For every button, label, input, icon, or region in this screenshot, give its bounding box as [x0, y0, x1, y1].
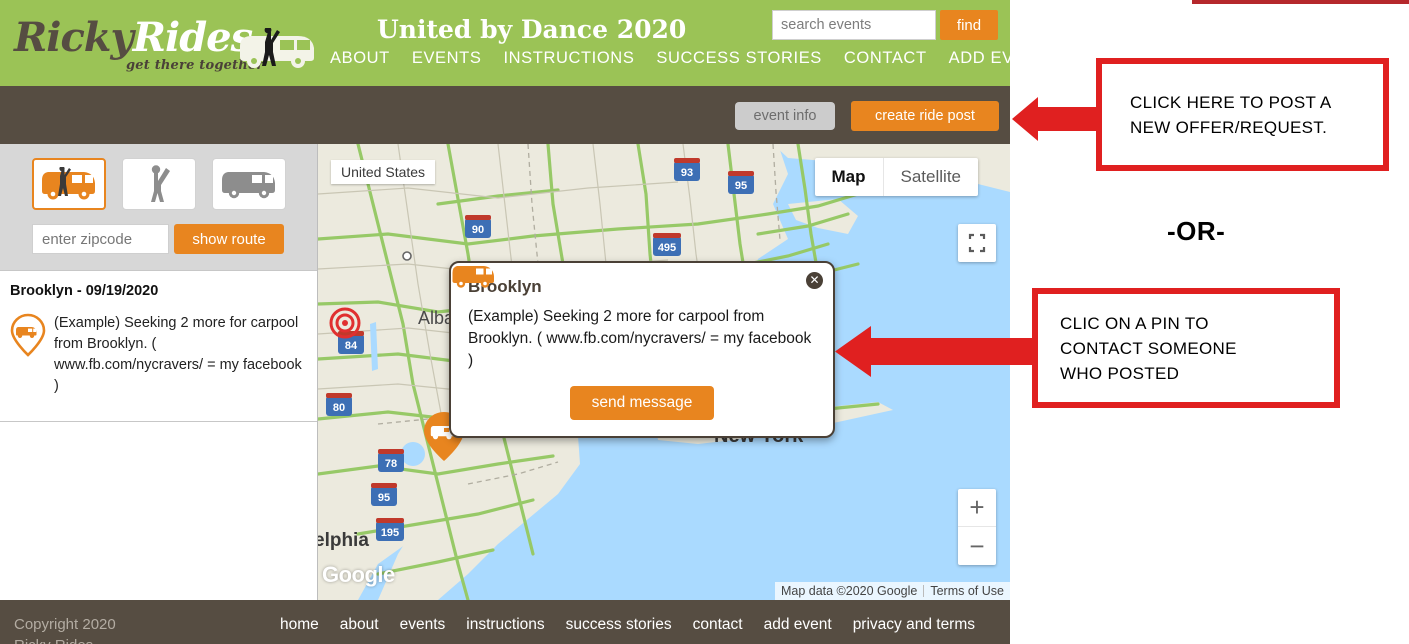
event-info-button[interactable]: event info — [735, 102, 835, 130]
annotation1-line1: CLICK HERE TO POST A — [1130, 92, 1332, 112]
close-icon[interactable]: ✕ — [806, 272, 823, 289]
terms-of-use-link[interactable]: Terms of Use — [924, 584, 1010, 598]
fullscreen-button[interactable] — [958, 224, 996, 262]
annotation-box-click-pin-text: CLIC ON A PIN TO CONTACT SOMEONE WHO POS… — [1060, 311, 1237, 386]
annotation2-line3: WHO POSTED — [1060, 363, 1180, 383]
search-box — [772, 10, 936, 40]
map-info-window: ✕ Brooklyn (Example) Seeking 2 more for … — [449, 261, 835, 438]
search-input[interactable] — [773, 11, 935, 39]
footer-link-about[interactable]: about — [340, 616, 379, 634]
annotation2-line1: CLIC ON A PIN TO — [1060, 313, 1209, 333]
hitchhiker-person-icon — [151, 165, 170, 202]
logo-wordmark: RickyRides — [14, 14, 253, 61]
van-with-person-icon — [240, 28, 314, 68]
zoom-out-button[interactable]: − — [958, 527, 996, 565]
zipcode-row: show route — [32, 224, 284, 254]
footer-link-contact[interactable]: contact — [693, 616, 743, 634]
van-map-pin-icon — [10, 313, 46, 357]
logo-rides-text: Rides — [132, 14, 253, 61]
site-logo[interactable]: RickyRides get there together — [14, 6, 324, 80]
map-label-philadelphia: elphia — [318, 530, 369, 551]
nav-item-add-event[interactable]: ADD EVENT — [949, 49, 1010, 68]
find-button[interactable]: find — [940, 10, 998, 40]
annotation-arrow-to-create-post — [1012, 97, 1102, 141]
mode-tile-van-offer[interactable] — [212, 158, 286, 210]
annotation-cutoff-line — [1192, 0, 1409, 4]
create-ride-post-button[interactable]: create ride post — [851, 101, 999, 131]
map-zoom-controls: + − — [958, 489, 996, 565]
page-root: RickyRides get there together ABOUT EVEN… — [0, 0, 1409, 644]
orange-van-icon — [452, 266, 494, 288]
nav-item-success-stories[interactable]: SUCCESS STORIES — [656, 49, 821, 68]
map-attribution: Map data ©2020 Google Terms of Use — [774, 582, 1010, 600]
footer-link-instructions[interactable]: instructions — [466, 616, 544, 634]
mode-selector — [32, 158, 286, 210]
orange-van-with-person-icon — [42, 167, 95, 200]
annotation1-line2: NEW OFFER/REQUEST. — [1130, 117, 1328, 137]
map-data-text: Map data ©2020 Google — [780, 584, 918, 598]
gray-van-icon — [222, 172, 275, 199]
nav-item-events[interactable]: EVENTS — [412, 49, 482, 68]
send-message-button[interactable]: send message — [569, 386, 715, 420]
annotation-arrow-to-pin — [835, 326, 1035, 377]
annotation2-line2: CONTACT SOMEONE — [1060, 338, 1237, 358]
footer-nav: home about events instructions success s… — [280, 616, 975, 634]
annotation-or-label: -OR- — [1167, 216, 1226, 246]
info-window-text: (Example) Seeking 2 more for carpool fro… — [468, 308, 812, 369]
footer-link-success-stories[interactable]: success stories — [566, 616, 672, 634]
left-sidebar: show route Brooklyn - 09/19/2020 (Exampl… — [0, 144, 318, 600]
nav-item-contact[interactable]: CONTACT — [844, 49, 927, 68]
annotation-box-create-post-text: CLICK HERE TO POST A NEW OFFER/REQUEST. — [1130, 90, 1332, 140]
footer-link-add-event[interactable]: add event — [764, 616, 832, 634]
google-watermark: Google — [322, 562, 395, 587]
map-type-satellite-button[interactable]: Satellite — [884, 158, 978, 196]
info-window-header: Brooklyn — [452, 266, 816, 297]
zoom-in-button[interactable]: + — [958, 489, 996, 527]
nav-item-about[interactable]: ABOUT — [330, 49, 390, 68]
map-type-switcher: Map Satellite — [814, 158, 978, 196]
listing-body: (Example) Seeking 2 more for carpool fro… — [10, 313, 307, 397]
annotation-box-click-pin: CLIC ON A PIN TO CONTACT SOMEONE WHO POS… — [1032, 288, 1340, 408]
footer-link-events[interactable]: events — [400, 616, 446, 634]
listing-empty-area — [0, 422, 317, 600]
map-type-map-button[interactable]: Map — [815, 158, 884, 196]
annotation-box-create-post: CLICK HERE TO POST A NEW OFFER/REQUEST. — [1096, 58, 1389, 171]
event-title: United by Dance 2020 — [377, 15, 687, 44]
logo-ricky-text: Ricky — [14, 14, 134, 61]
country-label: United States — [331, 160, 436, 184]
mode-tile-carpool-van-rider[interactable] — [32, 158, 106, 210]
footer-link-privacy-and-terms[interactable]: privacy and terms — [853, 616, 975, 634]
show-route-button[interactable]: show route — [174, 224, 284, 254]
mode-tile-hitchhiker[interactable] — [122, 158, 196, 210]
ride-listing-item[interactable]: Brooklyn - 09/19/2020 (Example) Seeking … — [0, 270, 317, 422]
footer-link-home[interactable]: home — [280, 616, 319, 634]
zipcode-input[interactable] — [32, 224, 169, 254]
fullscreen-icon — [968, 233, 986, 253]
copyright-line-1: Copyright 2020 — [14, 616, 116, 633]
copyright-text: Copyright 2020 Ricky Rides — [14, 614, 116, 644]
app-window: RickyRides get there together ABOUT EVEN… — [0, 0, 1010, 644]
listing-heading: Brooklyn - 09/19/2020 — [10, 283, 159, 299]
listing-text: (Example) Seeking 2 more for carpool fro… — [54, 315, 302, 394]
nav-item-instructions[interactable]: INSTRUCTIONS — [503, 49, 634, 68]
copyright-line-2: Ricky Rides — [14, 635, 116, 644]
main-nav: ABOUT EVENTS INSTRUCTIONS SUCCESS STORIE… — [330, 45, 1010, 71]
site-footer: Copyright 2020 Ricky Rides home about ev… — [0, 600, 1010, 644]
